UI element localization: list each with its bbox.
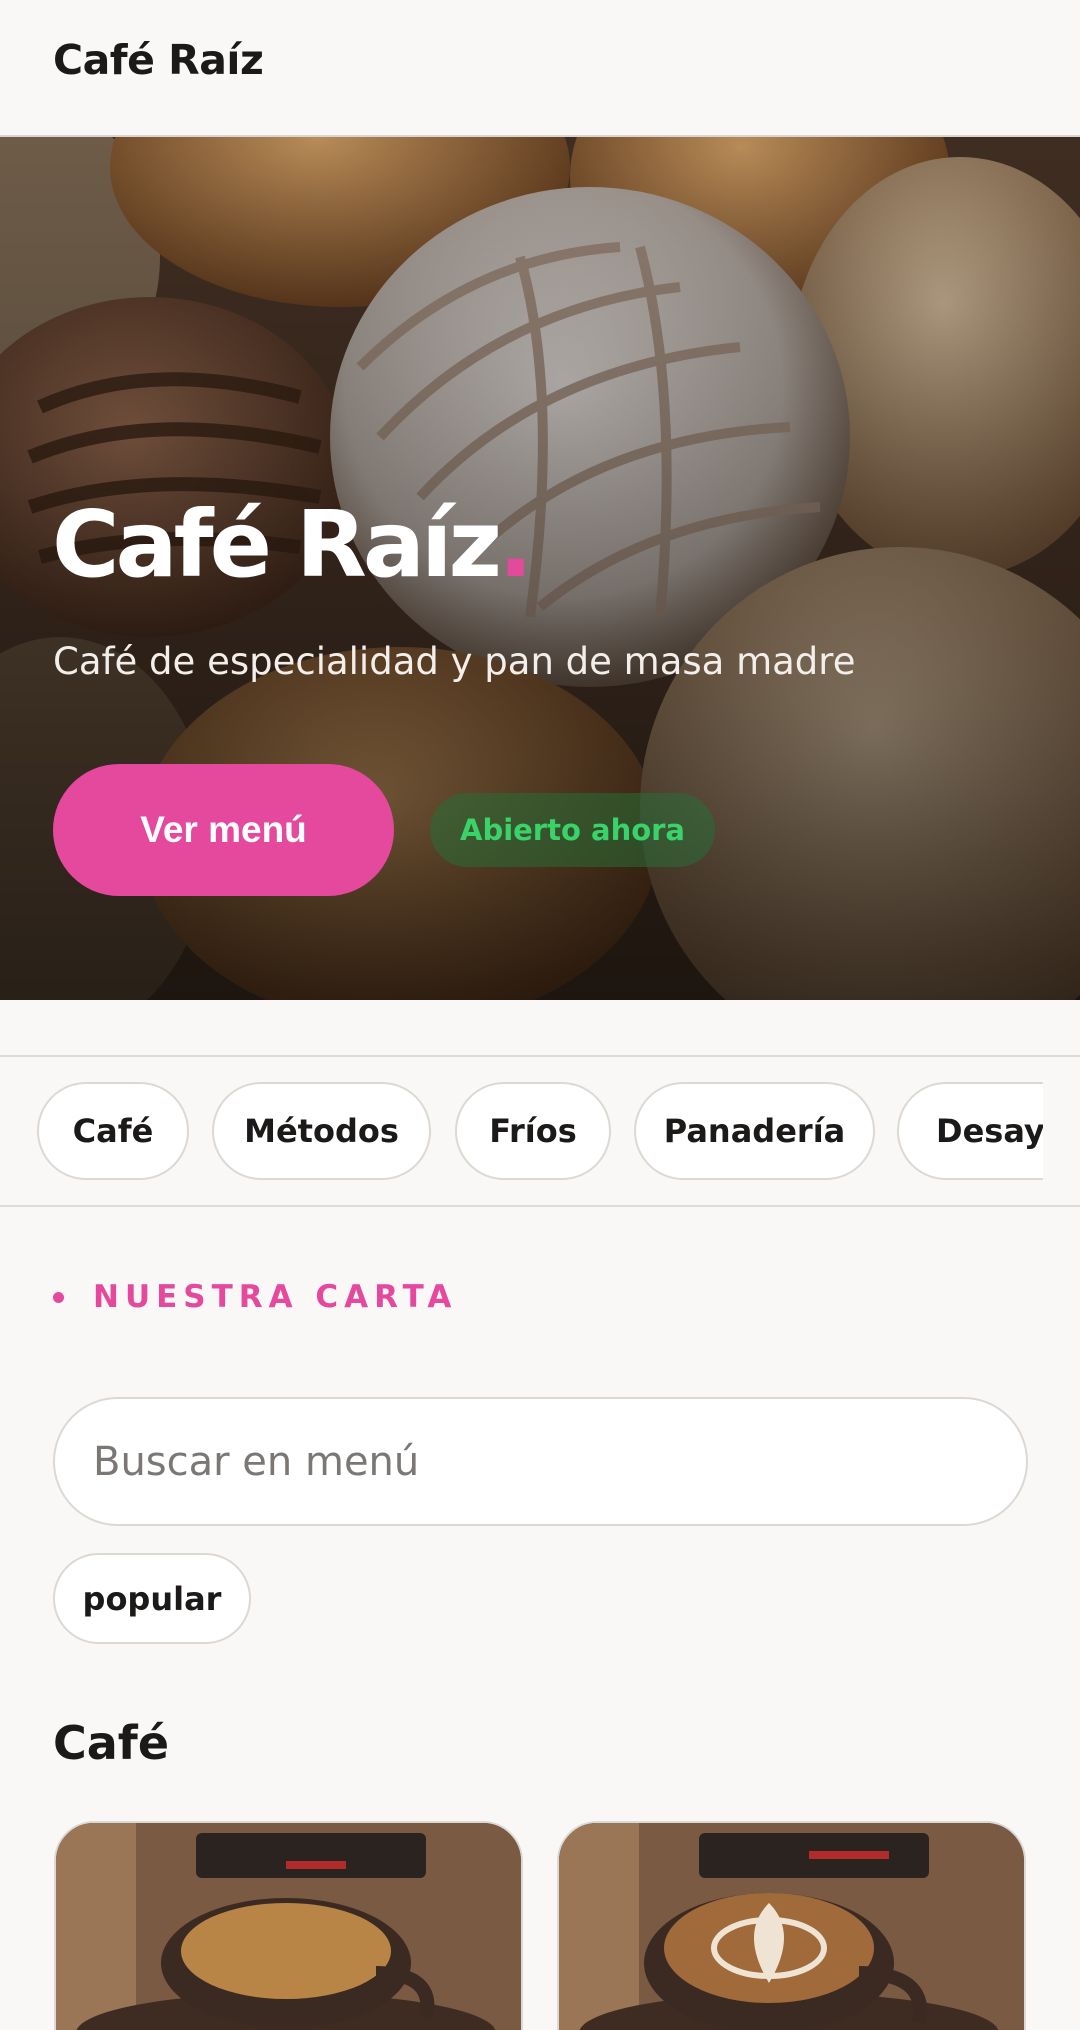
view-menu-button[interactable]: Ver menú [53,764,394,896]
hero-subtitle: Café de especialidad y pan de masa madre [53,640,856,683]
hero-title: Café Raíz. [52,491,533,598]
hero-title-dot: . [498,491,533,598]
category-chip-frios[interactable]: Fríos [455,1082,611,1180]
top-bar: Café Raíz [0,0,1080,137]
eyebrow-label: NUESTRA CARTA [93,1279,458,1315]
eyebrow-bullet-icon [53,1291,64,1303]
menu-eyebrow: NUESTRA CARTA [53,1279,457,1315]
brand-name[interactable]: Café Raíz [53,36,264,84]
hero-banner: Café Raíz. Café de especialidad y pan de… [0,137,1080,1000]
category-chip-rail[interactable]: Café Métodos Fríos Panadería Desayunos [0,1055,1080,1207]
section-heading-cafe: Café [53,1716,170,1770]
menu-item-card[interactable] [557,1821,1026,2030]
category-chip-cafe[interactable]: Café [37,1082,189,1180]
latte-cup-image [559,1823,1024,2030]
category-chip-panaderia[interactable]: Panadería [634,1082,875,1180]
category-chip-metodos[interactable]: Métodos [212,1082,431,1180]
menu-search-input[interactable] [53,1397,1028,1526]
category-chip-desayunos[interactable]: Desayunos [897,1082,1043,1180]
coffee-cup-image [56,1823,521,2030]
filter-tag-popular[interactable]: popular [53,1553,251,1644]
menu-item-card[interactable] [54,1821,523,2030]
open-status-badge: Abierto ahora [430,793,716,867]
